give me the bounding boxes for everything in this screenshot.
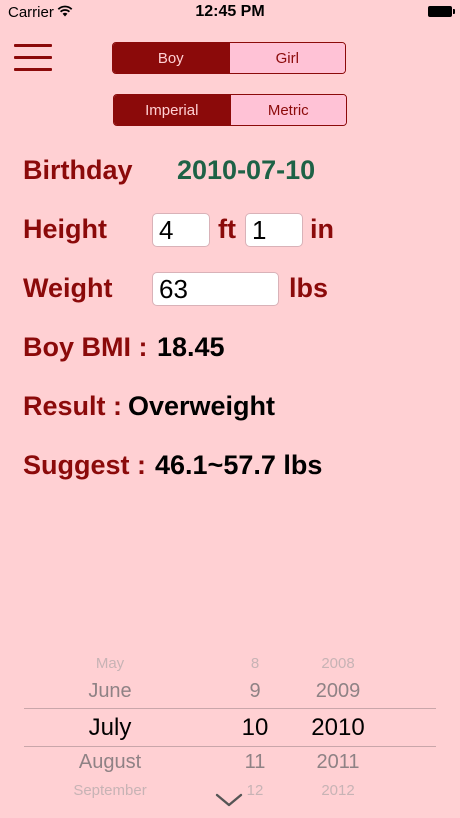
- menu-icon[interactable]: [14, 44, 52, 72]
- suggest-label: Suggest :: [23, 450, 147, 480]
- status-bar: Carrier 12:45 PM: [0, 0, 460, 24]
- weight-label: Weight: [23, 273, 113, 303]
- height-inches-input[interactable]: [245, 213, 303, 247]
- segment-boy[interactable]: Boy: [113, 43, 229, 73]
- picker-year-item[interactable]: 2009: [316, 680, 361, 703]
- picker-year-item[interactable]: 2008: [321, 655, 354, 672]
- picker-day-item[interactable]: 9: [249, 680, 260, 703]
- picker-month-item[interactable]: June: [88, 680, 131, 703]
- clock: 12:45 PM: [195, 3, 265, 20]
- birthday-label: Birthday: [23, 155, 133, 185]
- birthday-value[interactable]: 2010-07-10: [177, 155, 315, 186]
- height-feet-input[interactable]: [152, 213, 210, 247]
- date-picker: May June July August September 8 9 10 11 12 2008…: [0, 650, 460, 800]
- picker-month-item[interactable]: May: [96, 655, 124, 672]
- gender-segmented-control: Boy Girl: [112, 42, 346, 74]
- weight-input[interactable]: [152, 272, 279, 306]
- bmi-value: 18.45: [157, 332, 225, 362]
- chevron-down-icon[interactable]: [213, 790, 245, 810]
- result-value: Overweight: [128, 391, 276, 421]
- picker-day-item[interactable]: 10: [242, 714, 269, 742]
- inches-unit-label: in: [310, 214, 334, 244]
- picker-year-item[interactable]: 2012: [321, 782, 354, 799]
- units-segmented-control: Imperial Metric: [113, 94, 347, 126]
- weight-unit-label: lbs: [289, 273, 329, 303]
- picker-month-item[interactable]: September: [73, 782, 146, 799]
- picker-month-item[interactable]: August: [79, 751, 141, 774]
- segment-girl[interactable]: Girl: [228, 43, 345, 73]
- battery-icon: [428, 6, 455, 17]
- picker-day-item[interactable]: 8: [251, 655, 259, 672]
- picker-year-item[interactable]: 2011: [316, 751, 359, 774]
- bmi-label: Boy BMI :: [23, 332, 148, 362]
- result-label: Result :: [23, 391, 123, 421]
- suggest-value: 46.1~57.7 lbs: [155, 450, 323, 480]
- picker-year-item[interactable]: 2010: [311, 714, 364, 742]
- segment-metric[interactable]: Metric: [229, 95, 346, 125]
- height-label: Height: [23, 214, 107, 244]
- picker-day-item[interactable]: 12: [247, 782, 264, 799]
- segment-imperial[interactable]: Imperial: [114, 95, 230, 125]
- picker-month-item[interactable]: July: [89, 714, 132, 742]
- feet-unit-label: ft: [218, 214, 236, 244]
- picker-day-item[interactable]: 11: [245, 751, 266, 774]
